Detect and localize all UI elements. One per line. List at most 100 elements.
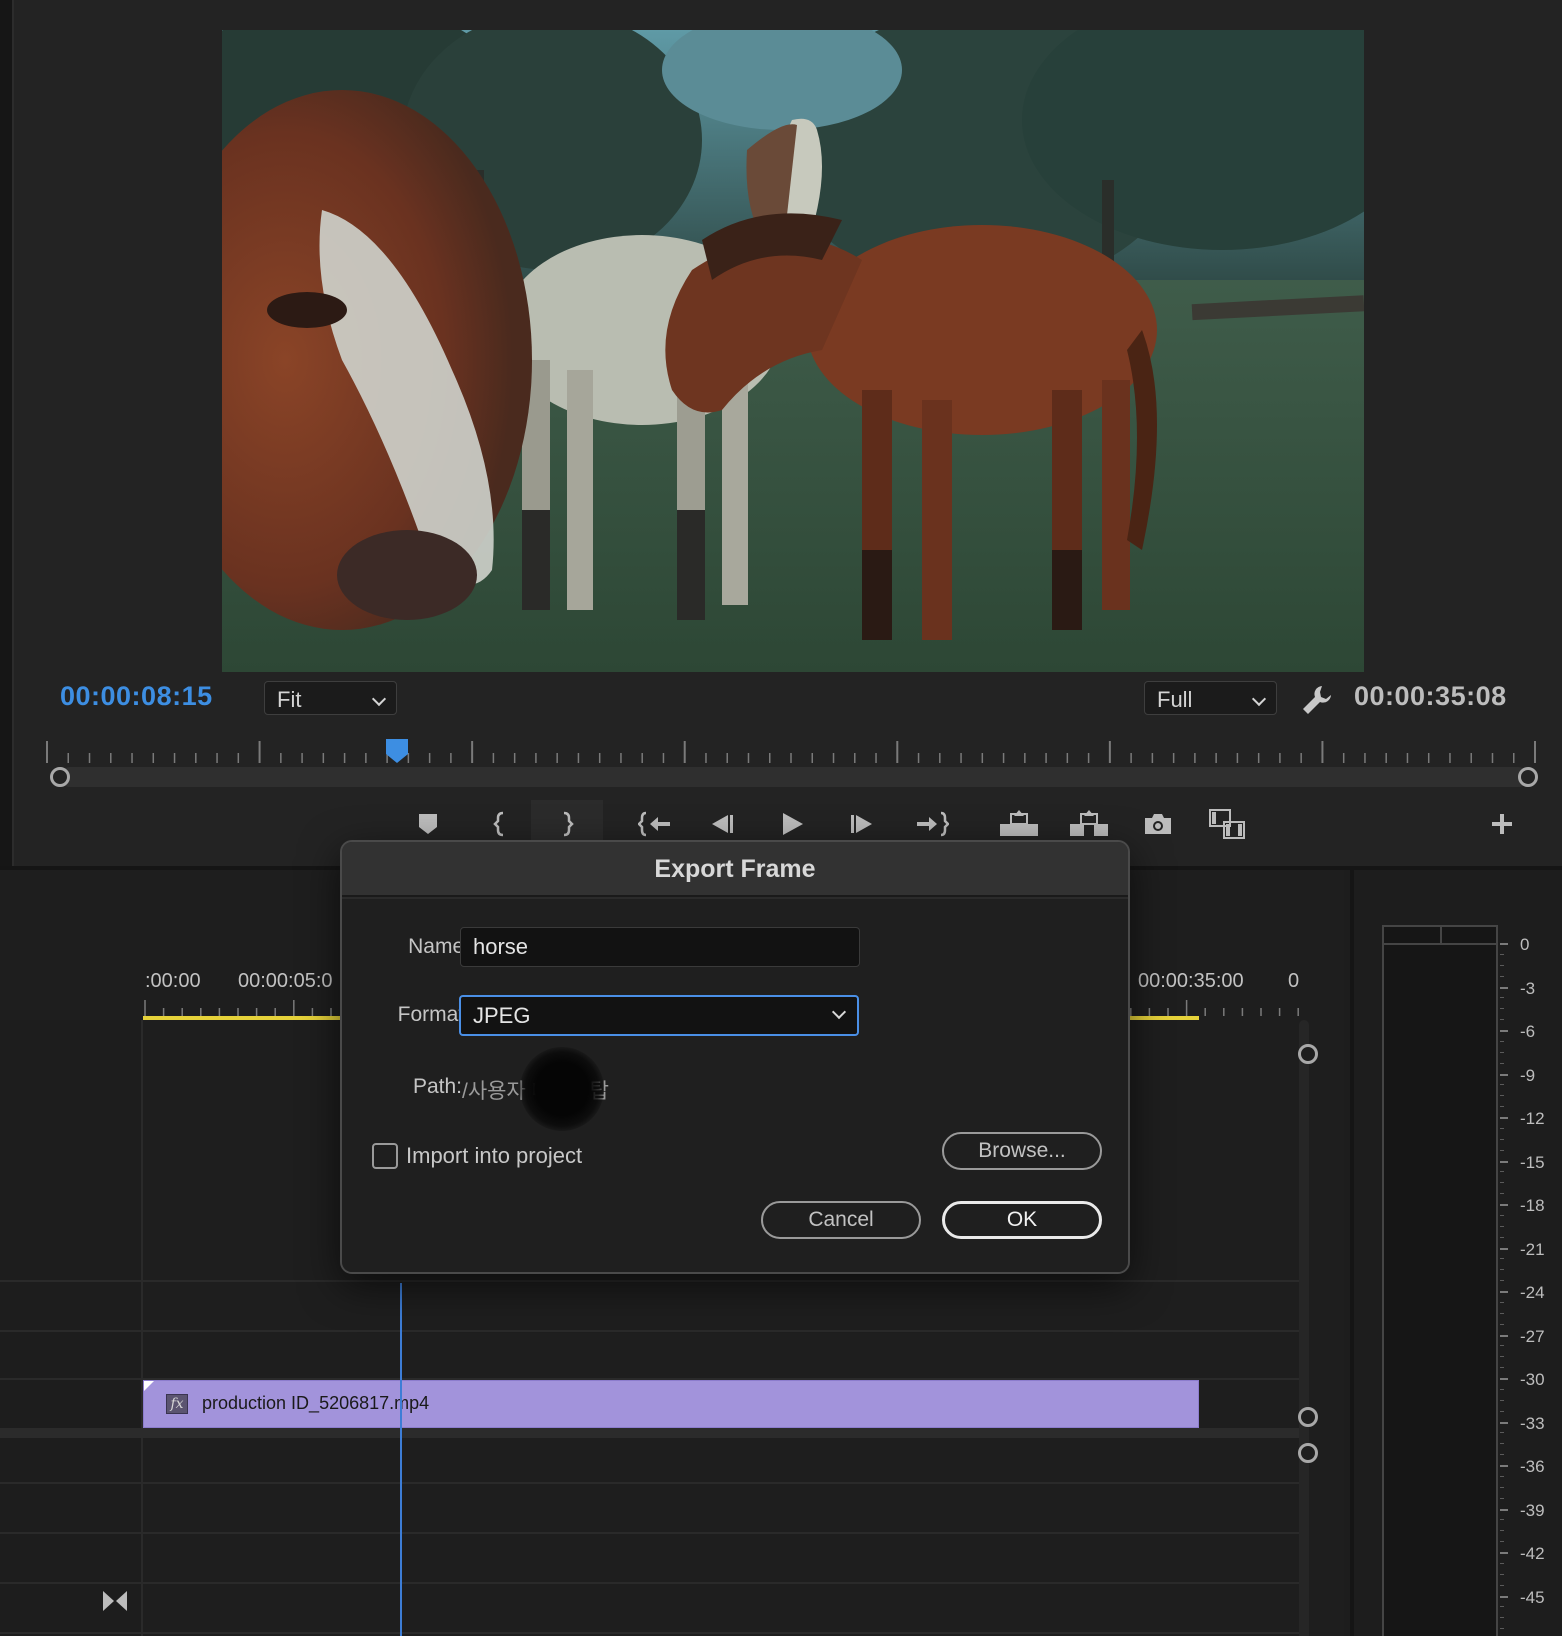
- timeline-playhead-line[interactable]: [400, 1283, 402, 1636]
- mouse-cursor-highlight: [520, 1047, 604, 1131]
- playhead-marker[interactable]: [385, 738, 409, 764]
- wrench-icon[interactable]: [1300, 683, 1334, 717]
- ok-button[interactable]: OK: [942, 1201, 1102, 1239]
- dialog-title: Export Frame: [654, 855, 816, 883]
- db-minor-tick: [1500, 1497, 1504, 1499]
- import-into-project-checkbox[interactable]: [372, 1143, 398, 1169]
- db-tick: [1500, 1465, 1508, 1467]
- db-minor-tick: [1500, 1486, 1504, 1488]
- db-minor-tick: [1500, 1214, 1504, 1216]
- audio-meter: [1382, 925, 1498, 1636]
- video-preview[interactable]: [222, 30, 1364, 672]
- audio-meter-panel: 0 -3 -6 -9 -12 -15 -18 -21 -24 -27 -30 -33 -36 -39 -42…: [1350, 870, 1562, 1636]
- timeline-vertical-scrollbar[interactable]: [1299, 1020, 1309, 1636]
- db-minor-tick: [1500, 1388, 1504, 1390]
- db-minor-tick: [1500, 1138, 1504, 1140]
- dialog-title-bar[interactable]: Export Frame: [342, 842, 1128, 897]
- program-monitor: 00:00:08:15 Fit Full 00:00:35:08: [0, 0, 1562, 866]
- db-tick: [1500, 1508, 1508, 1511]
- format-select[interactable]: JPEG: [459, 995, 859, 1036]
- track-divider: [0, 1482, 1300, 1484]
- db-minor-tick: [1500, 964, 1504, 966]
- db-minor-tick: [1500, 1269, 1504, 1271]
- db-minor-tick: [1500, 1062, 1504, 1064]
- db-minor-tick: [1500, 1301, 1504, 1303]
- db-minor-tick: [1500, 1410, 1504, 1412]
- zoom-scroll-bar[interactable]: [60, 767, 1528, 787]
- db-minor-tick: [1500, 1149, 1504, 1151]
- db-minor-tick: [1500, 1084, 1504, 1086]
- name-label: Name:: [408, 935, 470, 958]
- db-label: -3: [1520, 978, 1536, 998]
- db-tick: [1500, 1378, 1508, 1380]
- audio-tracks-scroll-handle[interactable]: [1298, 1443, 1318, 1463]
- db-minor-tick: [1500, 953, 1504, 955]
- db-label: -42: [1520, 1544, 1545, 1563]
- time-ruler[interactable]: [45, 735, 1537, 765]
- zoom-scroll-left-handle[interactable]: [50, 767, 70, 787]
- timeline-time-label: 0: [1288, 970, 1300, 992]
- db-minor-tick: [1500, 1475, 1504, 1477]
- snap-icon[interactable]: [102, 1590, 128, 1612]
- format-label: Format:: [397, 1003, 470, 1026]
- video-tracks-scroll-handle[interactable]: [1298, 1407, 1318, 1427]
- zoom-level-select[interactable]: Fit: [264, 681, 397, 715]
- db-tick: [1500, 1030, 1508, 1032]
- work-area-bar: [1123, 1016, 1199, 1020]
- zoom-scroll-right-handle[interactable]: [1518, 767, 1538, 787]
- db-minor-tick: [1500, 1584, 1504, 1586]
- go-to-out-icon: [917, 811, 949, 837]
- video-tracks-scroll-handle[interactable]: [1298, 1044, 1318, 1064]
- db-minor-tick: [1500, 1280, 1504, 1282]
- duration-timecode: 00:00:35:08: [1354, 681, 1507, 711]
- db-label: -39: [1520, 1500, 1545, 1520]
- browse-button[interactable]: Browse...: [942, 1132, 1102, 1170]
- db-minor-tick: [1500, 1106, 1504, 1108]
- db-minor-tick: [1500, 1541, 1504, 1543]
- track-divider: [0, 1280, 1300, 1282]
- db-minor-tick: [1500, 1040, 1504, 1042]
- db-minor-tick: [1500, 1519, 1504, 1521]
- work-area-bar: [143, 1016, 343, 1020]
- clip-corner-marker: [144, 1381, 154, 1391]
- export-frame-button[interactable]: [1136, 800, 1180, 848]
- dialog-body: Name: Format: JPEG Path: /사용자 데스크탑 Impor…: [342, 899, 1128, 1272]
- db-label: -21: [1520, 1239, 1545, 1259]
- db-label: -45: [1520, 1587, 1545, 1607]
- db-tick: [1500, 943, 1508, 945]
- db-label: -24: [1520, 1283, 1545, 1302]
- zoom-level-value: Fit: [277, 687, 302, 712]
- db-minor-tick: [1500, 1399, 1504, 1401]
- add-button[interactable]: [1485, 800, 1519, 848]
- playback-resolution-select[interactable]: Full: [1144, 681, 1277, 715]
- cancel-button[interactable]: Cancel: [761, 1201, 921, 1239]
- db-minor-tick: [1500, 1454, 1504, 1456]
- db-tick: [1500, 1291, 1508, 1293]
- video-clip[interactable]: fx production ID_5206817.mp4: [143, 1380, 1199, 1428]
- db-label: -33: [1520, 1413, 1545, 1433]
- name-input[interactable]: [460, 927, 860, 967]
- current-timecode[interactable]: 00:00:08:15: [60, 681, 213, 712]
- meter-peak-indicators[interactable]: [1384, 927, 1496, 945]
- db-minor-tick: [1500, 1562, 1504, 1564]
- db-minor-tick: [1500, 1127, 1504, 1129]
- extract-icon: [1070, 810, 1108, 836]
- db-tick: [1500, 1073, 1508, 1076]
- meter-db-scale: 0 -3 -6 -9 -12 -15 -18 -21 -24 -27 -30 -33 -36 -39 -42…: [1500, 925, 1562, 1636]
- plus-icon: [1492, 814, 1512, 834]
- db-label: -36: [1520, 1457, 1545, 1476]
- db-tick: [1500, 1421, 1508, 1424]
- clip-name: production ID_5206817.mp4: [202, 1393, 430, 1413]
- db-tick: [1500, 1552, 1508, 1554]
- video-audio-divider[interactable]: [0, 1428, 1300, 1438]
- timeline-time-label: 00:00:05:0: [238, 970, 333, 992]
- db-minor-tick: [1500, 1356, 1504, 1358]
- import-into-project-label[interactable]: Import into project: [406, 1143, 582, 1169]
- db-minor-tick: [1500, 1443, 1504, 1445]
- db-minor-tick: [1500, 1008, 1504, 1010]
- track-divider: [0, 1582, 1300, 1584]
- fx-badge-icon: fx: [166, 1394, 188, 1414]
- comparison-view-button[interactable]: [1204, 800, 1252, 848]
- db-minor-tick: [1500, 1367, 1504, 1369]
- step-forward-icon: [851, 815, 872, 833]
